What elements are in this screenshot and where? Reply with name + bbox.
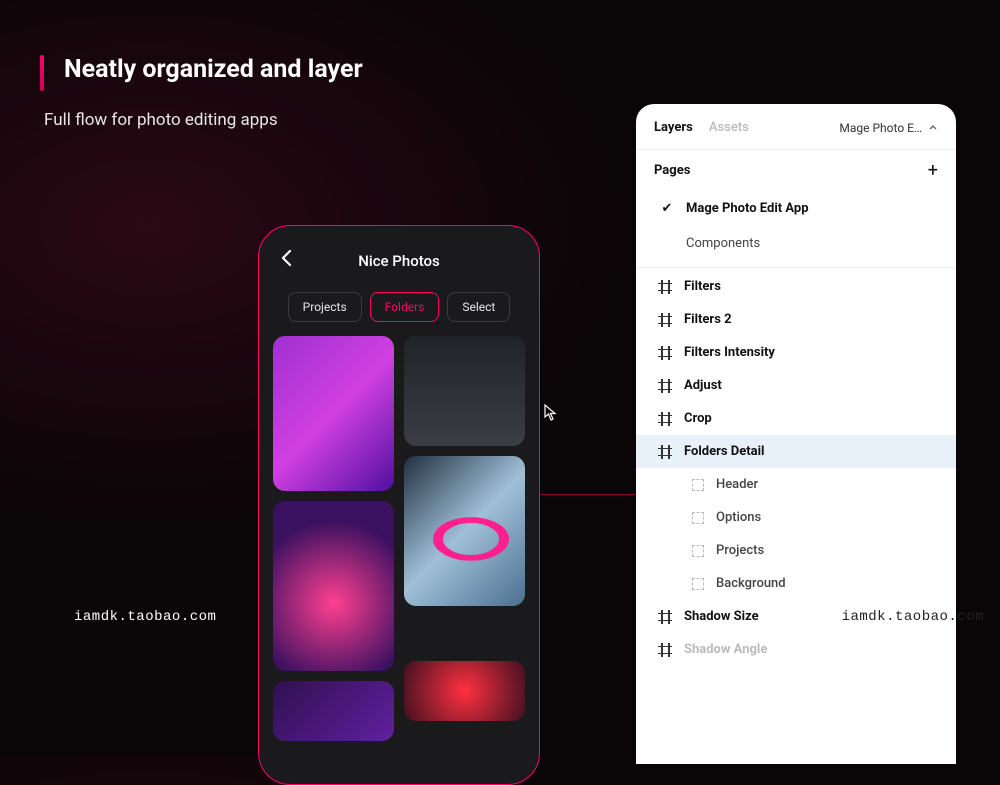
layer-name: Adjust — [684, 378, 722, 393]
frame-icon — [658, 313, 672, 327]
layer-name: Options — [716, 510, 761, 525]
frame-icon — [658, 346, 672, 360]
group-icon — [692, 545, 704, 557]
layer-row[interactable]: Adjust — [636, 369, 956, 402]
accent-bar — [40, 55, 44, 91]
file-selector[interactable]: Mage Photo E… — [839, 121, 938, 135]
layer-name: Crop — [684, 411, 712, 426]
frame-icon — [658, 643, 672, 657]
layer-row[interactable]: Shadow Angle — [636, 633, 956, 666]
chip-projects[interactable]: Projects — [288, 292, 362, 322]
divider — [636, 267, 956, 268]
pages-header: Pages + — [636, 149, 956, 191]
check-icon: ✔ — [660, 201, 674, 216]
chevron-up-icon — [928, 123, 938, 133]
tab-assets[interactable]: Assets — [709, 120, 749, 135]
page-name: Components — [686, 236, 760, 251]
layers-panel: Layers Assets Mage Photo E… Pages + ✔ Ma… — [636, 104, 956, 764]
connector-line — [540, 494, 640, 495]
frame-icon — [658, 412, 672, 426]
watermark-right: iamdk.taobao.com — [842, 609, 984, 625]
page-row[interactable]: ✔ Mage Photo Edit App — [636, 191, 956, 226]
chip-folders[interactable]: Folders — [370, 292, 440, 322]
photo-gallery — [273, 336, 525, 741]
photo-thumb[interactable] — [273, 336, 394, 491]
watermark-left: iamdk.taobao.com — [74, 609, 216, 625]
file-selector-label: Mage Photo E… — [839, 121, 922, 135]
layer-row[interactable]: Filters 2 — [636, 303, 956, 336]
photo-thumb[interactable] — [404, 456, 525, 606]
photo-thumb[interactable] — [404, 661, 525, 721]
layer-row[interactable]: Header — [636, 468, 956, 501]
photo-thumb[interactable] — [404, 336, 525, 446]
layer-row[interactable]: Filters — [636, 270, 956, 303]
layer-name: Background — [716, 576, 786, 591]
layer-name: Shadow Angle — [684, 642, 767, 657]
layer-name: Projects — [716, 543, 764, 558]
add-page-button[interactable]: + — [928, 160, 938, 181]
group-icon — [692, 479, 704, 491]
chip-row: Projects Folders Select — [273, 292, 525, 322]
phone-title: Nice Photos — [358, 252, 440, 270]
layer-row[interactable]: Background — [636, 567, 956, 600]
photo-thumb[interactable] — [273, 681, 394, 741]
hero-subhead: Full flow for photo editing apps — [44, 110, 278, 130]
layer-name: Filters — [684, 279, 721, 294]
frame-icon — [658, 610, 672, 624]
layer-name: Shadow Size — [684, 609, 759, 624]
layer-row[interactable]: Options — [636, 501, 956, 534]
layer-row[interactable]: Folders Detail — [636, 435, 956, 468]
layer-name: Header — [716, 477, 758, 492]
layer-name: Filters Intensity — [684, 345, 775, 360]
layer-list: Filters Filters 2 Filters Intensity Adju… — [636, 270, 956, 666]
phone-mockup: Nice Photos Projects Folders Select — [258, 225, 540, 785]
pages-label: Pages — [654, 163, 690, 178]
layer-row[interactable]: Projects — [636, 534, 956, 567]
frame-icon — [658, 280, 672, 294]
group-icon — [692, 578, 704, 590]
layer-name: Folders Detail — [684, 444, 765, 459]
back-button[interactable] — [277, 248, 297, 268]
panel-tabs: Layers Assets Mage Photo E… — [636, 104, 956, 149]
phone-header: Nice Photos — [273, 244, 525, 278]
layer-row[interactable]: Filters Intensity — [636, 336, 956, 369]
group-icon — [692, 512, 704, 524]
frame-icon — [658, 379, 672, 393]
cursor-icon — [544, 404, 558, 422]
frame-icon — [658, 445, 672, 459]
layer-row[interactable]: Crop — [636, 402, 956, 435]
chip-select[interactable]: Select — [447, 292, 510, 322]
tab-layers[interactable]: Layers — [654, 120, 693, 135]
layer-name: Filters 2 — [684, 312, 732, 327]
page-name: Mage Photo Edit App — [686, 201, 809, 216]
hero-headline: Neatly organized and layer — [64, 55, 363, 84]
photo-thumb[interactable] — [273, 501, 394, 671]
page-row[interactable]: Components — [636, 226, 956, 261]
